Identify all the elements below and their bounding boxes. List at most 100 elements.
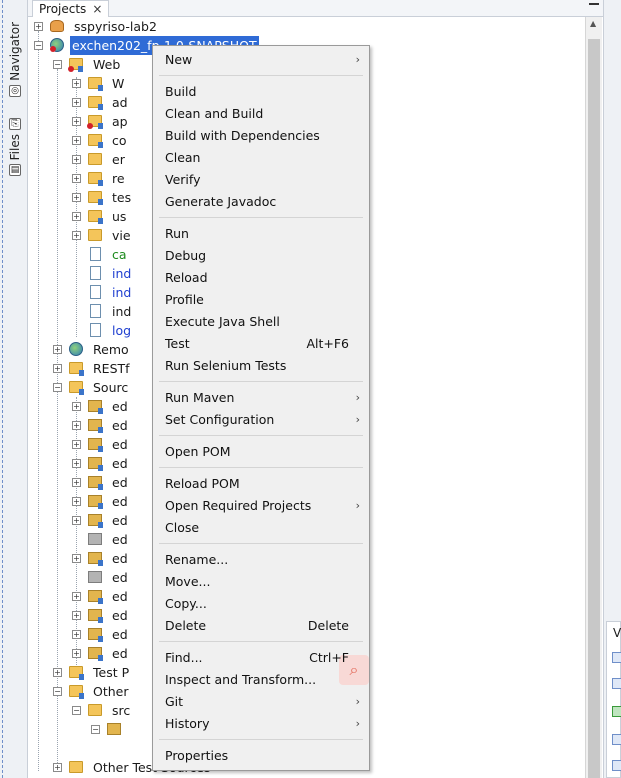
right-pane: V: [606, 621, 621, 778]
menu-item-properties[interactable]: Properties: [153, 745, 369, 767]
menu-item-label: Open POM: [165, 444, 231, 459]
menu-item-move[interactable]: Move...: [153, 571, 369, 593]
node-label: Test P: [93, 665, 130, 680]
node-label: ed: [112, 589, 128, 604]
expand-icon[interactable]: +: [72, 592, 81, 601]
menu-item-rename[interactable]: Rename...: [153, 549, 369, 571]
menu-item-reload[interactable]: Reload: [153, 267, 369, 289]
menu-separator: [159, 543, 363, 544]
menu-item-debug[interactable]: Debug: [153, 245, 369, 267]
expand-icon[interactable]: +: [72, 516, 81, 525]
expand-icon[interactable]: +: [72, 459, 81, 468]
menu-item-label: Generate Javadoc: [165, 194, 277, 209]
expand-icon[interactable]: +: [72, 174, 81, 183]
node-label: ed: [112, 494, 128, 509]
folder-icon: [88, 704, 102, 716]
node-label: ed: [112, 418, 128, 433]
expand-icon[interactable]: +: [72, 478, 81, 487]
scroll-up-icon[interactable]: ▲: [590, 19, 596, 28]
expand-icon[interactable]: +: [72, 554, 81, 563]
error-badge-icon: [50, 46, 56, 52]
menu-item-close[interactable]: Close: [153, 517, 369, 539]
menu-item-selenium[interactable]: Run Selenium Tests: [153, 355, 369, 377]
menu-item-copy[interactable]: Copy...: [153, 593, 369, 615]
expand-icon[interactable]: +: [72, 497, 81, 506]
menu-item-profile[interactable]: Profile: [153, 289, 369, 311]
file-icon: [90, 323, 101, 337]
projects-tab[interactable]: Projects ×: [32, 0, 110, 17]
menu-item-new[interactable]: New ›: [153, 49, 369, 71]
menu-item-run-maven[interactable]: Run Maven ›: [153, 387, 369, 409]
expand-icon[interactable]: +: [72, 402, 81, 411]
expand-icon[interactable]: +: [72, 212, 81, 221]
menu-item-verify[interactable]: Verify: [153, 169, 369, 191]
expand-icon[interactable]: +: [72, 630, 81, 639]
tree-scrollbar[interactable]: ▲: [585, 17, 602, 778]
menu-item-java-shell[interactable]: Execute Java Shell: [153, 311, 369, 333]
expand-icon[interactable]: +: [72, 611, 81, 620]
expand-icon[interactable]: +: [72, 79, 81, 88]
menu-item-javadoc[interactable]: Generate Javadoc: [153, 191, 369, 213]
minimize-icon[interactable]: [589, 3, 599, 5]
expand-icon[interactable]: +: [72, 421, 81, 430]
collapse-icon[interactable]: −: [53, 60, 62, 69]
collapse-icon[interactable]: −: [91, 725, 100, 734]
error-badge-icon: [68, 66, 74, 72]
node-label: ad: [112, 95, 128, 110]
files-tab[interactable]: ⎘ Files ▤: [6, 118, 24, 177]
tool-icon[interactable]: [612, 734, 621, 745]
menu-item-history[interactable]: History ›: [153, 713, 369, 735]
tool-icon[interactable]: [612, 678, 621, 689]
submenu-arrow-icon: ›: [355, 413, 360, 426]
vcs-badge-icon: [98, 104, 103, 110]
expand-icon[interactable]: +: [72, 193, 81, 202]
add-icon[interactable]: [612, 706, 621, 717]
scrollbar-thumb[interactable]: [588, 39, 600, 778]
expand-icon[interactable]: +: [72, 231, 81, 240]
expand-icon[interactable]: +: [72, 440, 81, 449]
menu-item-reload-pom[interactable]: Reload POM: [153, 473, 369, 495]
menu-item-open-required[interactable]: Open Required Projects ›: [153, 495, 369, 517]
menu-item-find[interactable]: Find... Ctrl+F: [153, 647, 369, 669]
menu-item-git[interactable]: Git ›: [153, 691, 369, 713]
menu-item-clean-build[interactable]: Clean and Build: [153, 103, 369, 125]
expand-icon[interactable]: +: [72, 136, 81, 145]
menu-separator: [159, 75, 363, 76]
vcs-badge-icon: [98, 123, 103, 129]
collapse-icon[interactable]: −: [53, 383, 62, 392]
navigator-tab[interactable]: Navigator ◎: [6, 22, 24, 97]
expand-icon[interactable]: +: [72, 649, 81, 658]
menu-item-label: Profile: [165, 292, 204, 307]
menu-item-delete[interactable]: Delete Delete: [153, 615, 369, 637]
menu-item-label: Find...: [165, 650, 203, 665]
node-label: ed: [112, 513, 128, 528]
expand-icon[interactable]: +: [53, 763, 62, 772]
expand-icon[interactable]: +: [53, 668, 62, 677]
expand-icon[interactable]: +: [72, 98, 81, 107]
tool-icon[interactable]: [612, 760, 621, 771]
expand-icon[interactable]: +: [72, 155, 81, 164]
menu-item-build-deps[interactable]: Build with Dependencies: [153, 125, 369, 147]
menu-item-open-pom[interactable]: Open POM: [153, 441, 369, 463]
expand-icon[interactable]: +: [53, 364, 62, 373]
error-badge-icon: [87, 123, 93, 129]
menu-item-run[interactable]: Run: [153, 223, 369, 245]
collapse-icon[interactable]: −: [53, 687, 62, 696]
expand-icon[interactable]: +: [53, 345, 62, 354]
collapse-icon[interactable]: −: [72, 706, 81, 715]
close-icon[interactable]: ×: [92, 2, 102, 17]
tool-icon[interactable]: [612, 652, 621, 663]
menu-item-clean[interactable]: Clean: [153, 147, 369, 169]
expand-icon[interactable]: +: [72, 117, 81, 126]
collapse-icon[interactable]: −: [34, 41, 43, 50]
menu-item-inspect[interactable]: Inspect and Transform...: [153, 669, 369, 691]
menu-item-shortcut: Ctrl+F: [309, 650, 349, 665]
menu-item-label: New: [165, 52, 193, 67]
submenu-arrow-icon: ›: [355, 717, 360, 730]
menu-item-test[interactable]: Test Alt+F6: [153, 333, 369, 355]
submenu-arrow-icon: ›: [355, 695, 360, 708]
menu-item-build[interactable]: Build: [153, 81, 369, 103]
menu-item-set-config[interactable]: Set Configuration ›: [153, 409, 369, 431]
expand-icon[interactable]: +: [34, 22, 43, 31]
menu-item-label: Delete: [165, 618, 207, 633]
